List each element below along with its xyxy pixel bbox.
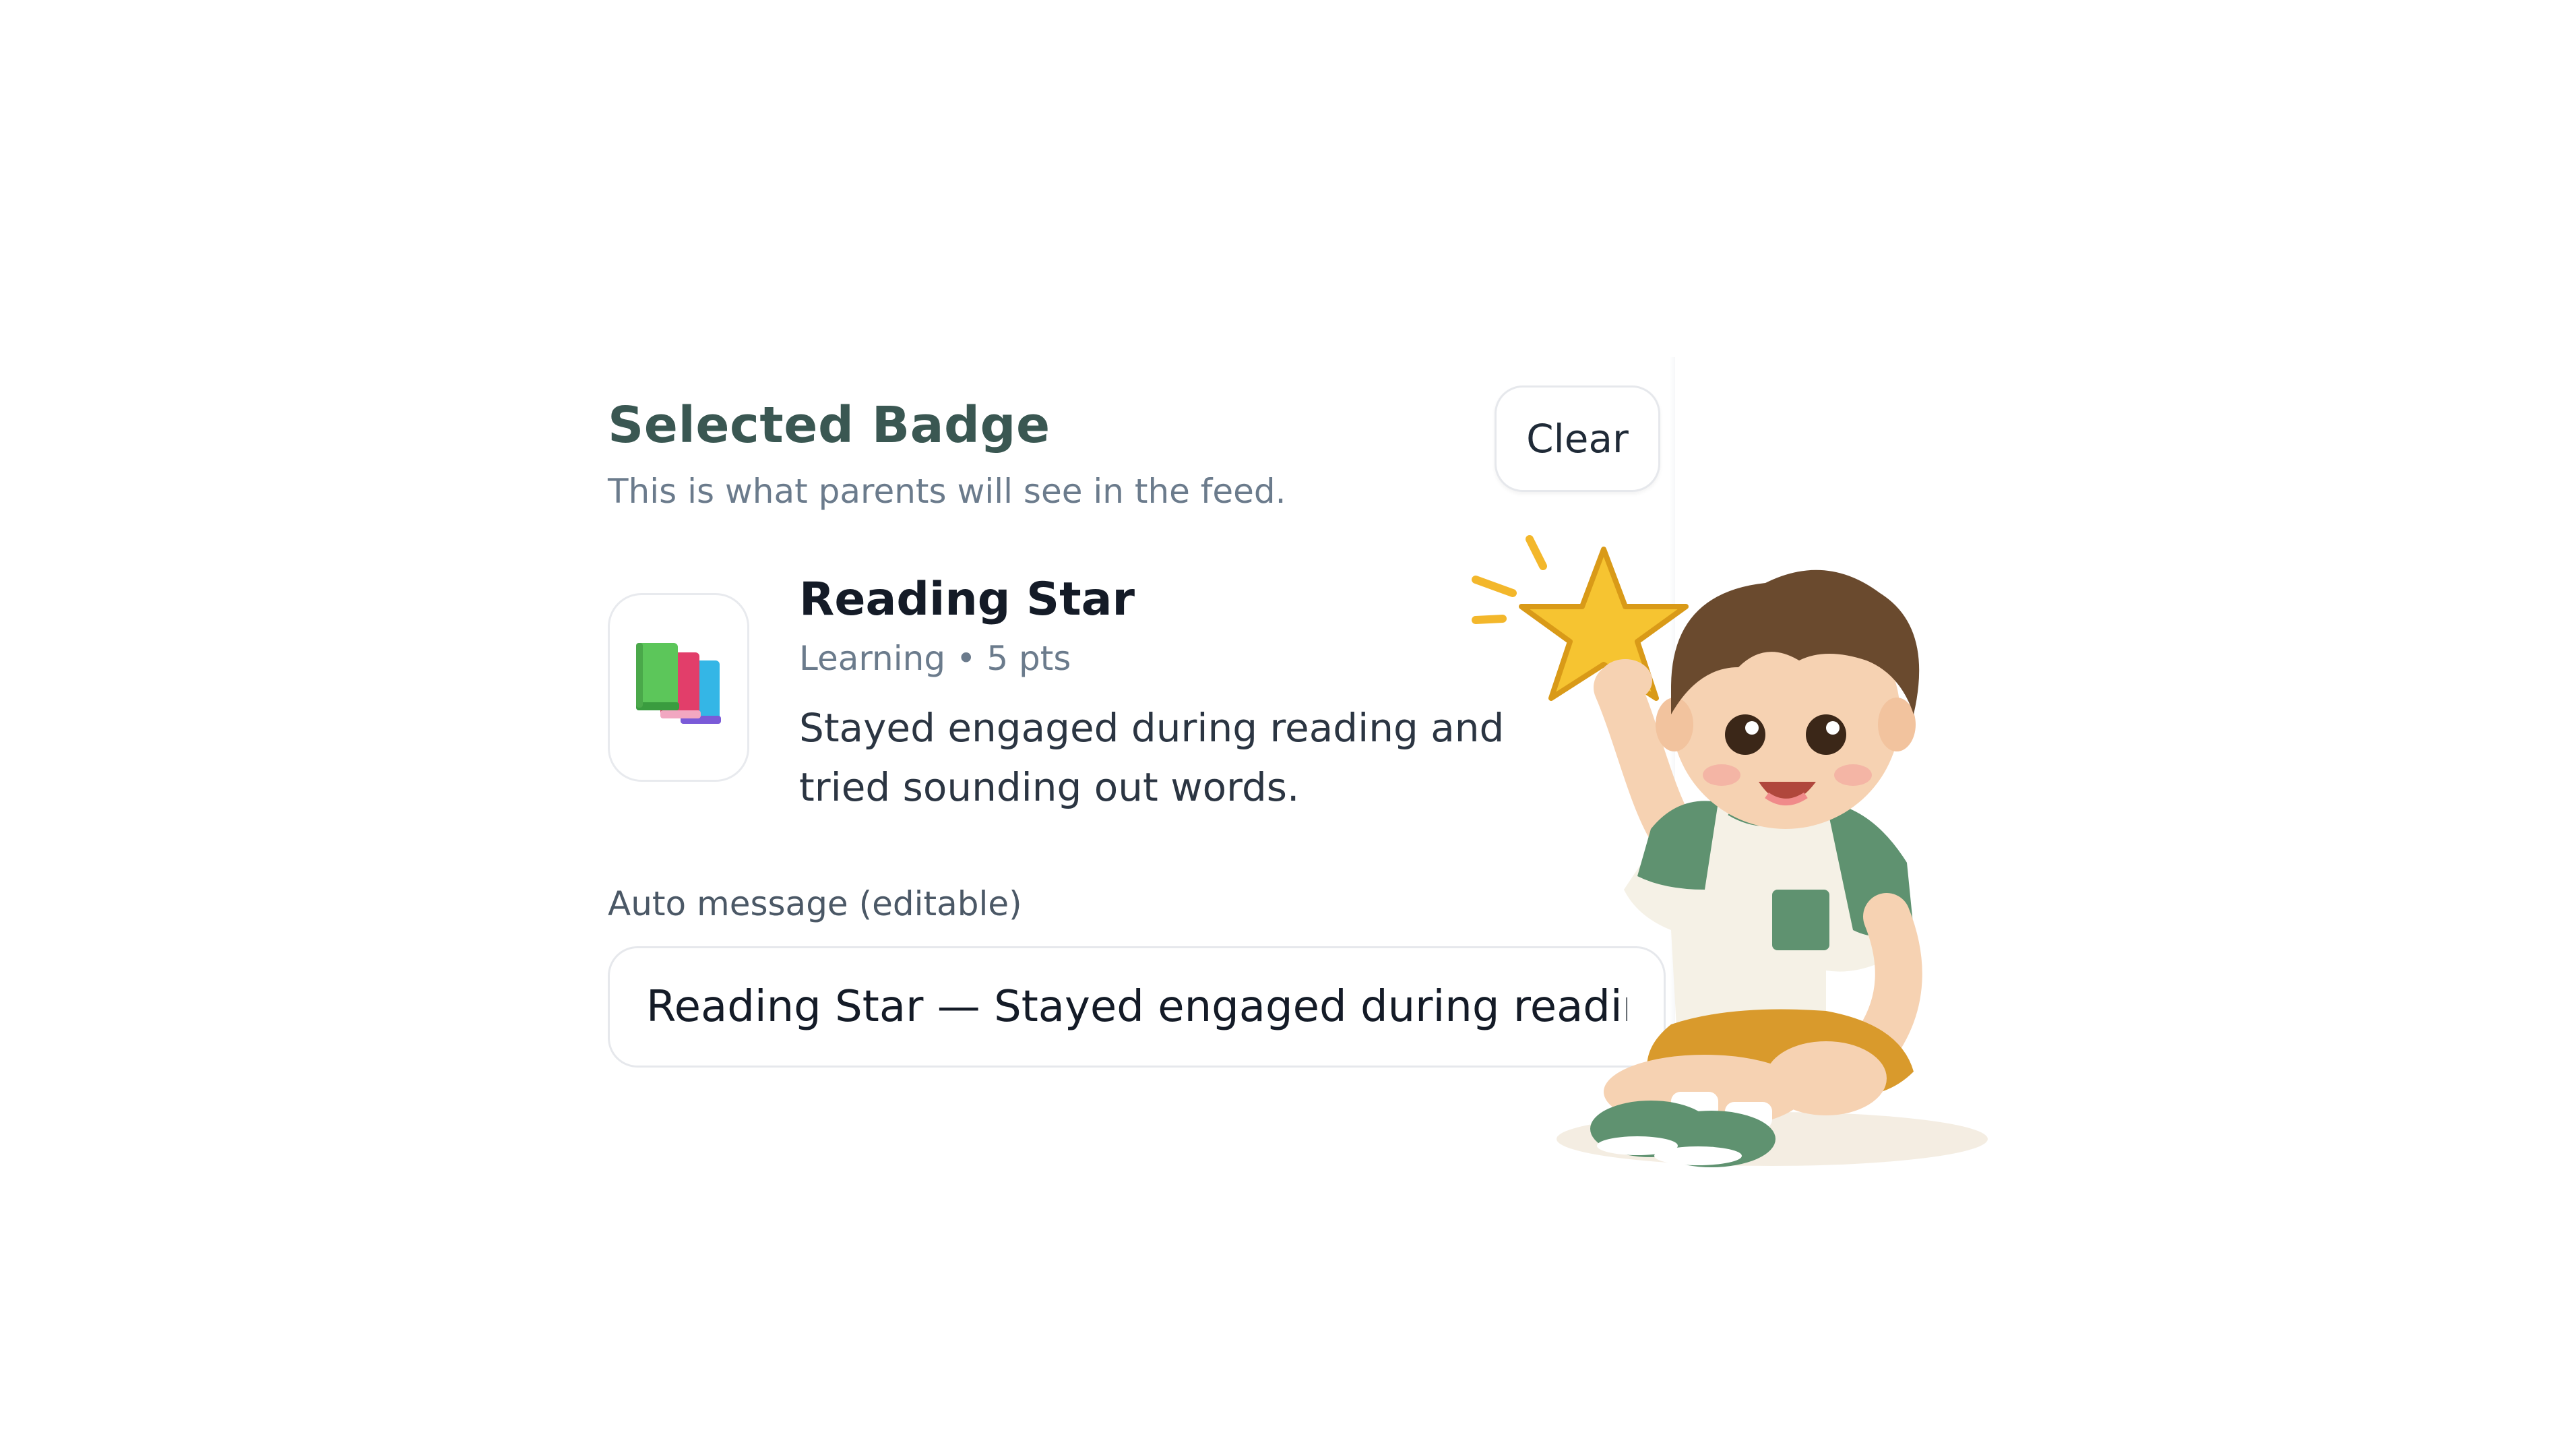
books-icon bbox=[636, 643, 721, 724]
section-subtitle: This is what parents will see in the fee… bbox=[608, 472, 1286, 511]
clear-button[interactable]: Clear bbox=[1495, 386, 1660, 492]
section-title: Selected Badge bbox=[608, 396, 1050, 454]
child-holding-star-illustration bbox=[1472, 535, 1988, 1167]
screen: Selected Badge This is what parents will… bbox=[0, 0, 2576, 1449]
auto-message-label: Auto message (editable) bbox=[608, 884, 1022, 923]
badge-category-points: Learning • 5 pts bbox=[799, 639, 1071, 678]
badge-icon-tile bbox=[608, 593, 749, 782]
badge-name: Reading Star bbox=[799, 573, 1135, 626]
